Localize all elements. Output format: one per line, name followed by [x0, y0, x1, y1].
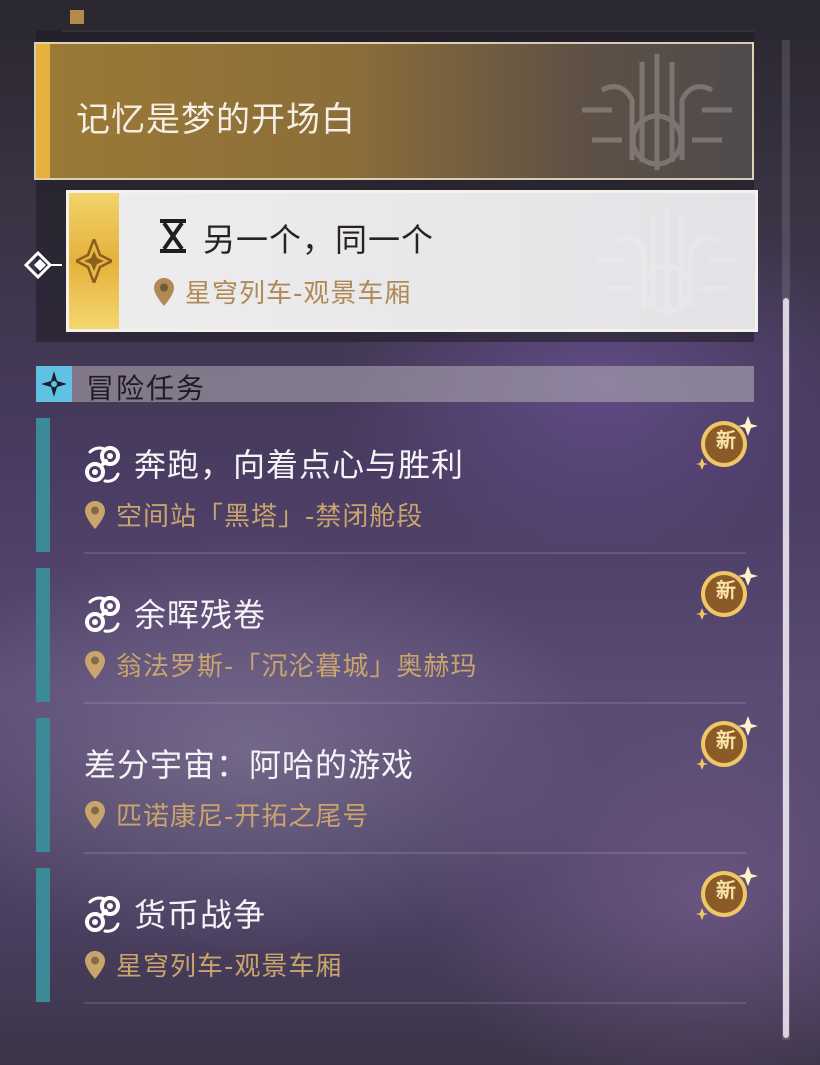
location-pin-icon	[153, 277, 175, 307]
new-badge-label: 新	[716, 878, 736, 902]
quest-location: 空间站「黑塔」-禁闭舱段	[116, 502, 424, 532]
new-badge-label: 新	[716, 428, 736, 452]
section-label: 冒险任务	[86, 372, 207, 405]
main-quest-accent	[36, 44, 50, 178]
top-marker	[70, 10, 84, 24]
tracked-quest-location: 星穹列车-观景车厢	[185, 279, 412, 309]
quest-location: 星穹列车-观景车厢	[116, 952, 343, 982]
new-badge-label: 新	[716, 578, 736, 602]
adventure-quest-icon	[84, 594, 124, 634]
main-quest-title: 记忆是梦的开场白	[76, 100, 356, 140]
divider	[84, 852, 746, 854]
quest-title: 货币战争	[134, 896, 267, 934]
main-quest-header[interactable]: 记忆是梦的开场白	[34, 42, 754, 180]
divider	[84, 702, 746, 704]
quest-item-bar	[36, 418, 50, 552]
new-badge: 新	[694, 414, 758, 470]
section-icon-box	[36, 366, 72, 402]
new-badge-label: 新	[716, 728, 736, 752]
quest-title: 余晖残卷	[134, 596, 267, 634]
new-badge: 新	[694, 564, 758, 620]
tracked-quest-strip	[69, 193, 119, 329]
scrollbar[interactable]	[782, 40, 790, 1040]
location-pin-icon	[84, 950, 106, 980]
quest-title: 奔跑，向着点心与胜利	[134, 446, 465, 484]
new-badge: 新	[694, 714, 758, 770]
quest-item-bar	[36, 868, 50, 1002]
quest-item[interactable]: 余晖残卷 翁法罗斯-「沉沦暮城」奥赫玛 新	[36, 568, 756, 704]
location-pin-icon	[84, 800, 106, 830]
divider	[84, 1002, 746, 1004]
four-point-star-icon	[41, 371, 67, 397]
location-pin-icon	[84, 650, 106, 680]
adventure-quest-icon	[84, 444, 124, 484]
adventure-quest-icon	[84, 894, 124, 934]
tracked-quest-title: 另一个，同一个	[203, 221, 435, 259]
divider	[84, 552, 746, 554]
train-emblem-icon	[587, 197, 747, 327]
hourglass-icon	[160, 219, 186, 253]
adventure-missions-header: 冒险任务	[36, 366, 754, 405]
new-badge: 新	[694, 864, 758, 920]
quest-item[interactable]: 货币战争 星穹列车-观景车厢 新	[36, 868, 756, 1004]
train-emblem-icon	[572, 50, 742, 174]
quest-item-bar	[36, 568, 50, 702]
quest-item-bar	[36, 718, 50, 852]
selection-arrow-icon	[24, 250, 62, 280]
quest-item[interactable]: 差分宇宙：阿哈的游戏 匹诺康尼-开拓之尾号 新	[36, 718, 756, 854]
quest-location: 翁法罗斯-「沉沦暮城」奥赫玛	[116, 652, 478, 682]
compass-star-icon	[76, 239, 112, 283]
quest-item[interactable]: 奔跑，向着点心与胜利 空间站「黑塔」-禁闭舱段 新	[36, 418, 756, 554]
top-divider	[62, 8, 754, 32]
location-pin-icon	[84, 500, 106, 530]
tracked-quest-card[interactable]: 另一个，同一个 星穹列车-观景车厢	[66, 190, 758, 332]
scrollbar-thumb[interactable]	[783, 298, 789, 1038]
quest-title: 差分宇宙：阿哈的游戏	[84, 746, 415, 784]
quest-location: 匹诺康尼-开拓之尾号	[116, 802, 370, 832]
